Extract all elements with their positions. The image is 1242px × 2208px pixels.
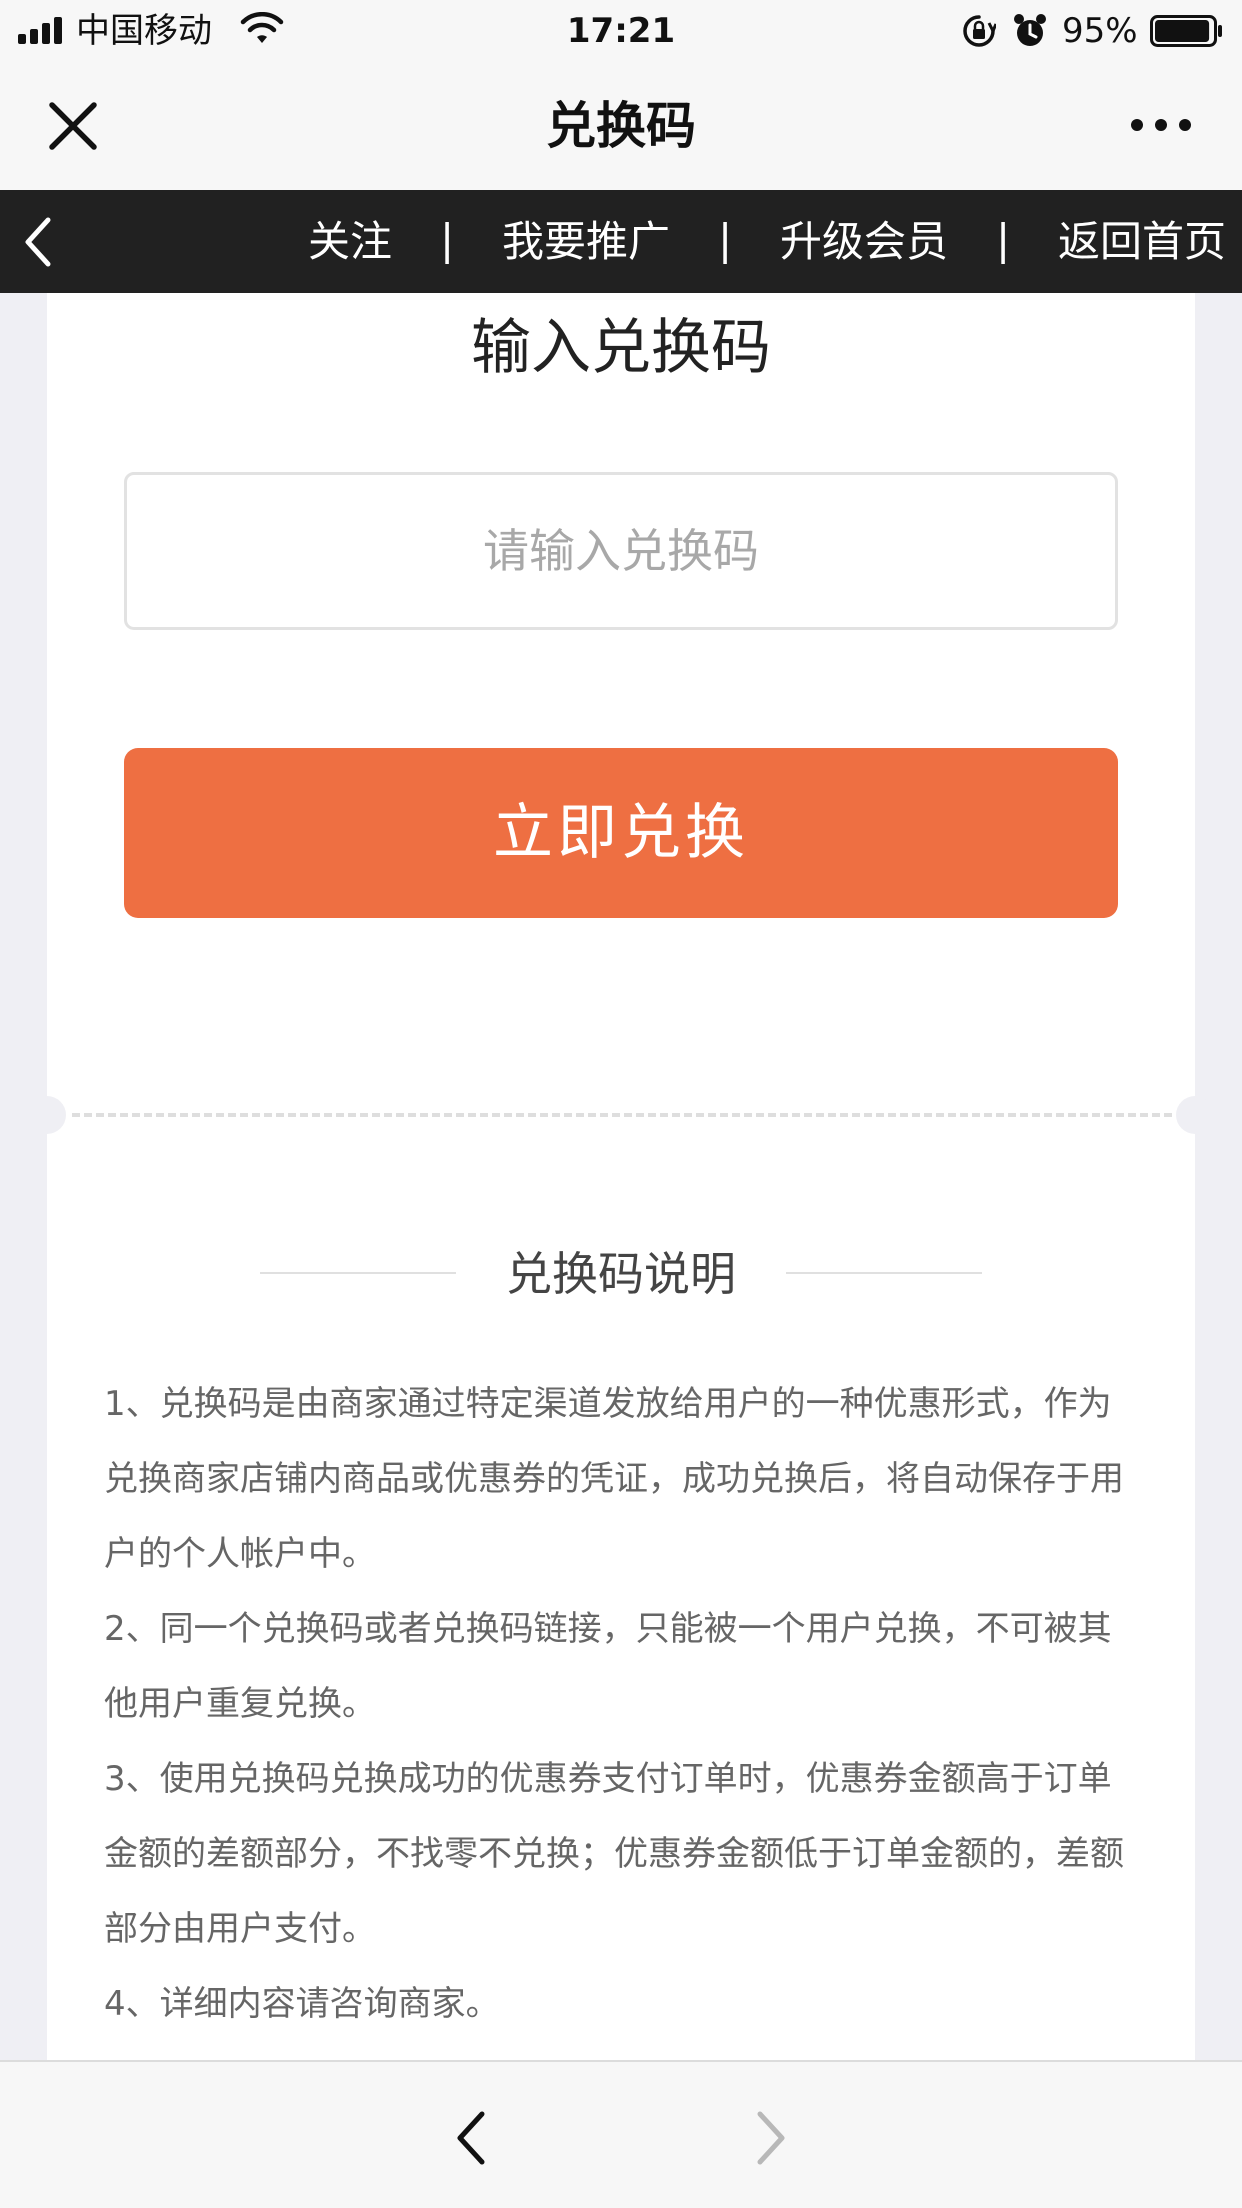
shop-nav-bar: 关注 | 我要推广 | 升级会员 | 返回首页 [0, 190, 1242, 293]
page-title: 兑换码 [546, 97, 696, 155]
list-item: 2、同一个兑换码或者兑换码链接，只能被一个用户兑换，不可被其他用户重复兑换。 [104, 1609, 1112, 1724]
more-icon[interactable] [1128, 110, 1194, 140]
redeem-heading: 输入兑换码 [471, 313, 771, 383]
nav-item-home[interactable]: 返回首页 [1058, 214, 1226, 270]
nav-item-upgrade-member[interactable]: 升级会员 [780, 214, 948, 270]
list-item: 1、兑换码是由商家通过特定渠道发放给用户的一种优惠形式，作为兑换商家店铺内商品或… [104, 1384, 1124, 1574]
nav-item-follow[interactable]: 关注 [308, 214, 392, 270]
nav-separator: | [440, 215, 455, 264]
nav-separator: | [996, 215, 1011, 264]
ticket-notch-left [28, 1096, 66, 1134]
ticket-divider [72, 1113, 1172, 1117]
browser-toolbar [0, 2060, 1242, 2208]
orientation-lock-icon [963, 15, 996, 47]
list-item: 4、详细内容请咨询商家。 [104, 1984, 500, 2024]
back-icon[interactable] [452, 2108, 492, 2168]
list-item: 3、使用兑换码兑换成功的优惠券支付订单时，优惠券金额高于订单金额的差额部分，不找… [104, 1759, 1124, 1949]
title-bar: 兑换码 [0, 62, 1242, 190]
ticket-notch-right [1176, 1096, 1214, 1134]
battery-percent: 95% [1062, 11, 1138, 51]
redeem-code-input[interactable] [124, 472, 1118, 630]
battery-icon [1150, 15, 1222, 47]
forward-icon[interactable] [750, 2108, 790, 2168]
description-list: 1、兑换码是由商家通过特定渠道发放给用户的一种优惠形式，作为兑换商家店铺内商品或… [104, 1367, 1144, 2042]
nav-item-promote[interactable]: 我要推广 [502, 214, 670, 270]
alarm-icon [1014, 14, 1046, 46]
chevron-left-icon[interactable] [18, 214, 58, 270]
description-title: 兑换码说明 [506, 1247, 736, 1301]
status-bar: 中国移动 17:21 95% [0, 0, 1242, 62]
redeem-now-button[interactable]: 立即兑换 [124, 748, 1118, 918]
status-time: 17:21 [566, 11, 676, 51]
nav-separator: | [718, 215, 733, 264]
redeem-card [47, 293, 1195, 1115]
